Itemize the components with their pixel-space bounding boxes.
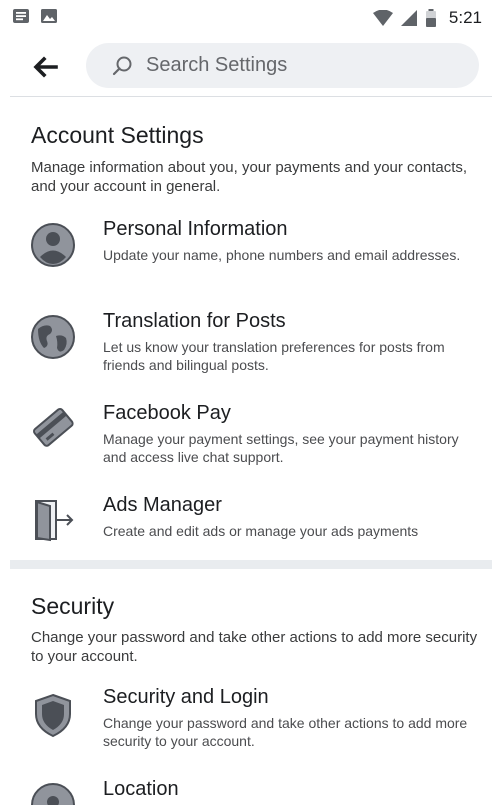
- notification-icon: [13, 9, 29, 23]
- status-bar: 5:21: [0, 0, 492, 38]
- search-placeholder: Search Settings: [146, 54, 288, 76]
- battery-icon: [425, 9, 436, 27]
- wifi-icon: [372, 10, 393, 26]
- search-icon: [112, 56, 132, 76]
- image-icon: [41, 9, 57, 23]
- header-divider: [10, 96, 492, 97]
- location-pin-icon: [31, 783, 75, 805]
- person-icon: [31, 223, 75, 267]
- settings-item-description: Let us know your translation preferences…: [103, 339, 445, 373]
- settings-item-security-and-login[interactable]: Security and Login Change your password …: [0, 686, 492, 750]
- settings-item-title: Facebook Pay: [103, 402, 231, 424]
- back-arrow-icon: [33, 56, 58, 78]
- search-input[interactable]: Search Settings: [86, 43, 479, 88]
- settings-item-title: Ads Manager: [103, 494, 222, 516]
- section-description-security: Change your password and take other acti…: [31, 629, 478, 665]
- section-title-security: Security: [31, 593, 115, 619]
- credit-card-icon: [33, 407, 74, 447]
- settings-item-location[interactable]: Location: [0, 778, 492, 805]
- status-time: 5:21: [448, 8, 482, 27]
- settings-item-description: Update your name, phone numbers and emai…: [103, 247, 461, 263]
- settings-item-title: Personal Information: [103, 218, 288, 240]
- door-arrow-icon: [35, 500, 74, 542]
- top-bar: Search Settings: [0, 38, 492, 96]
- settings-item-title: Translation for Posts: [103, 310, 286, 332]
- settings-item-ads-manager[interactable]: Ads Manager Create and edit ads or manag…: [0, 494, 492, 544]
- settings-item-title: Security and Login: [103, 686, 269, 708]
- settings-item-translation-for-posts[interactable]: Translation for Posts Let us know your t…: [0, 310, 492, 374]
- settings-item-description: Create and edit ads or manage your ads p…: [103, 523, 419, 539]
- back-button[interactable]: [30, 52, 60, 82]
- shield-icon: [35, 693, 71, 738]
- section-divider: [10, 560, 492, 569]
- settings-item-facebook-pay[interactable]: Facebook Pay Manage your payment setting…: [0, 402, 492, 466]
- section-description-account-settings: Manage information about you, your payme…: [31, 159, 468, 195]
- settings-item-title: Location: [103, 778, 179, 800]
- globe-icon: [31, 315, 75, 359]
- section-title-account-settings: Account Settings: [31, 122, 204, 148]
- settings-item-description: Manage your payment settings, see your p…: [103, 431, 459, 465]
- signal-icon: [400, 10, 417, 26]
- settings-item-description: Change your password and take other acti…: [103, 715, 468, 749]
- settings-item-personal-information[interactable]: Personal Information Update your name, p…: [0, 218, 492, 282]
